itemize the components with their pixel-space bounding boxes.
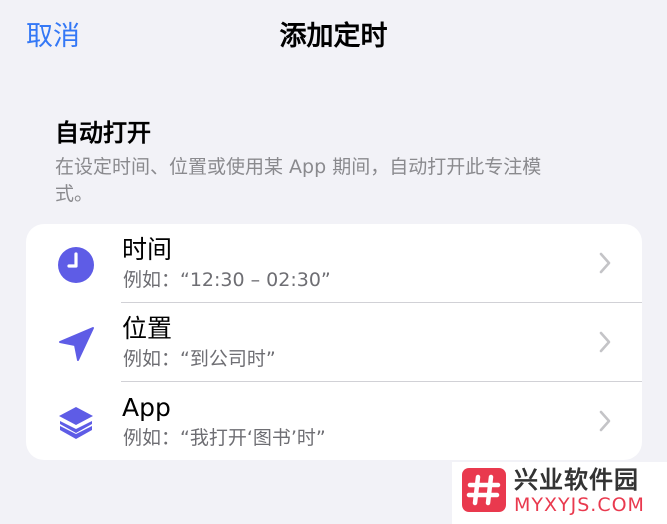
- watermark-url: MYXYJS.COM: [514, 494, 645, 516]
- option-app[interactable]: App 例如：“我打开‘图书’时”: [26, 382, 642, 460]
- page-title: 添加定时: [279, 21, 388, 52]
- chevron-right-icon: [598, 330, 612, 354]
- option-title: App: [122, 393, 171, 422]
- nav-bar: 取消 添加定时: [0, 0, 667, 70]
- chevron-right-icon: [598, 251, 612, 275]
- watermark-text: 兴业软件园: [514, 466, 639, 494]
- option-subtitle: 例如：“12:30 – 02:30”: [123, 269, 331, 291]
- options-card: 时间 例如：“12:30 – 02:30” 位置 例如：“到公司时” App 例…: [26, 224, 642, 460]
- option-time[interactable]: 时间 例如：“12:30 – 02:30”: [26, 224, 642, 302]
- clock-icon: [56, 245, 96, 285]
- option-location[interactable]: 位置 例如：“到公司时”: [26, 303, 642, 381]
- watermark-logo-icon: [462, 468, 506, 512]
- option-subtitle: 例如：“我打开‘图书’时”: [123, 427, 326, 449]
- app-layers-icon: [56, 403, 96, 443]
- option-title: 时间: [122, 235, 173, 264]
- location-arrow-icon: [56, 324, 96, 364]
- option-subtitle: 例如：“到公司时”: [123, 348, 276, 370]
- section-title: 自动打开: [55, 119, 151, 147]
- watermark: 兴业软件园 MYXYJS.COM: [452, 462, 667, 524]
- section-description: 在设定时间、位置或使用某 App 期间，自动打开此专注模式。: [55, 156, 542, 205]
- chevron-right-icon: [598, 409, 612, 433]
- option-title: 位置: [122, 314, 173, 343]
